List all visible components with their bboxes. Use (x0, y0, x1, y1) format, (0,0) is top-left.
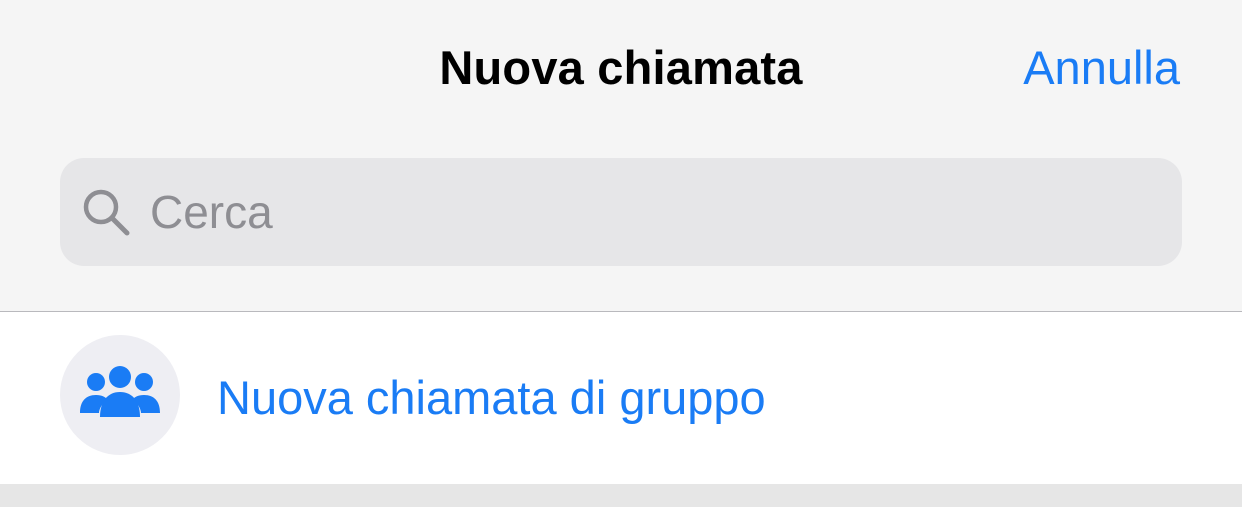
new-call-sheet: Nuova chiamata Annulla Nuova chiamata di (0, 0, 1242, 507)
section-separator (0, 484, 1242, 507)
sheet-header: Nuova chiamata Annulla (0, 0, 1242, 311)
group-avatar (60, 335, 180, 455)
cancel-button[interactable]: Annulla (1023, 40, 1180, 95)
group-people-icon (80, 366, 160, 417)
new-group-call-label: Nuova chiamata di gruppo (217, 371, 766, 424)
new-group-call-row[interactable]: Nuova chiamata di gruppo (0, 312, 1242, 484)
search-icon (83, 189, 130, 236)
search-input[interactable] (150, 182, 1150, 242)
